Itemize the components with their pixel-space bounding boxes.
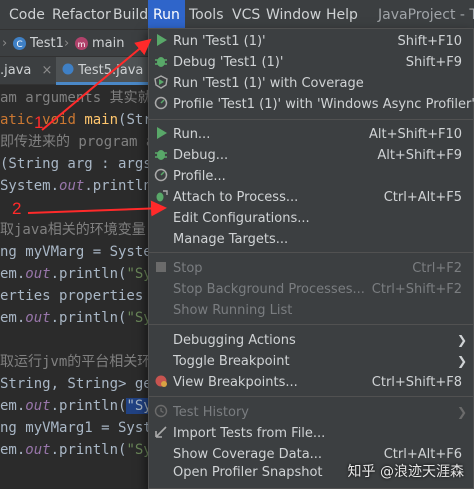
code-line: em.out.println("Sys — [0, 442, 161, 458]
code-line: am arguments 其实就是 — [0, 90, 166, 106]
watermark: 知乎 @浪迹天涯森 — [347, 464, 464, 480]
menu-item-view-breakpoints[interactable]: View Breakpoints... Ctrl+Shift+F8 — [149, 372, 473, 393]
menu-bar: Code Refactor Build Run Tools VCS Window… — [0, 0, 474, 30]
code-line: System.out.println( — [0, 178, 161, 194]
chevron-right-icon: ❯ — [456, 405, 467, 419]
menu-item-run-test1[interactable]: Run 'Test1 (1)' Shift+F10 — [149, 31, 473, 52]
stop-icon — [153, 260, 169, 276]
menu-item-stop-background[interactable]: Stop Background Processes... Ctrl+Shift+F… — [149, 279, 473, 300]
menu-item-test-history[interactable]: Test History ❯ — [149, 402, 473, 423]
menu-help[interactable]: Help — [326, 0, 358, 30]
code-line: ng myVMarg1 = Syste — [0, 420, 161, 436]
chevron-right-icon: › — [64, 36, 70, 51]
tab-file[interactable]: .java × — [0, 57, 58, 85]
profiler-icon — [153, 168, 169, 184]
menu-item-attach-process[interactable]: Attach to Process... Ctrl+Alt+F5 — [149, 187, 473, 208]
menu-window[interactable]: Window — [266, 0, 321, 30]
tab-label: Test5.java — [78, 63, 144, 78]
code-line: (String arg : args) — [0, 156, 161, 172]
chevron-right-icon: › — [2, 36, 8, 51]
history-icon — [153, 404, 169, 420]
code-line: em.out.println("Sys — [0, 398, 161, 414]
menu-separator — [149, 252, 473, 253]
debug-icon — [153, 147, 169, 163]
class-icon — [62, 63, 74, 75]
code-line: String, String> get — [0, 376, 161, 392]
menu-item-run-coverage[interactable]: Run 'Test1 (1)' with Coverage — [149, 73, 473, 94]
menu-item-debugging-actions[interactable]: Debugging Actions ❯ — [149, 330, 473, 351]
code-line: erties properties = — [0, 288, 161, 304]
menu-separator — [149, 119, 473, 120]
code-line: em.out.println("Sys — [0, 310, 161, 326]
code-line: em.out.println("Sy — [0, 266, 152, 282]
menu-item-edit-configurations[interactable]: Edit Configurations... — [149, 208, 473, 229]
svg-text:C: C — [16, 40, 22, 50]
menu-run[interactable]: Run — [148, 0, 185, 30]
menu-item-run-dialog[interactable]: Run... Alt+Shift+F10 — [149, 124, 473, 145]
run-menu-dropdown: Run 'Test1 (1)' Shift+F10 Debug 'Test1 (1… — [148, 28, 474, 489]
code-line: 取运行jvm的平台相关环境 — [0, 354, 166, 370]
menu-code[interactable]: Code — [9, 0, 45, 30]
coverage-icon — [153, 75, 169, 91]
chevron-right-icon: ❯ — [456, 354, 467, 368]
menu-item-profile-dialog[interactable]: Profile... — [149, 166, 473, 187]
code-line: 取java相关的环境变量 — [0, 222, 146, 238]
menu-item-show-running-list[interactable]: Show Running List — [149, 300, 473, 321]
import-icon — [153, 425, 169, 441]
code-line: atic void main(Str — [0, 112, 152, 128]
project-title: JavaProject - Test — [378, 7, 474, 23]
breadcrumb-file[interactable]: Test1 — [30, 30, 64, 57]
run-icon — [153, 126, 169, 142]
run-icon — [153, 33, 169, 49]
menu-separator — [149, 396, 473, 397]
code-line: 即传进来的 program ar — [0, 134, 163, 150]
menu-item-import-tests[interactable]: Import Tests from File... — [149, 423, 473, 444]
attach-icon — [153, 189, 169, 205]
close-icon[interactable]: × — [42, 63, 53, 78]
annotation-label-1: 1 — [34, 113, 44, 132]
menu-item-profile-test1[interactable]: Profile 'Test1 (1)' with 'Windows Async … — [149, 94, 474, 115]
menu-item-manage-targets[interactable]: Manage Targets... — [149, 229, 473, 250]
menu-refactor[interactable]: Refactor — [52, 0, 111, 30]
menu-build[interactable]: Build — [113, 0, 148, 30]
menu-separator — [149, 324, 473, 325]
chevron-right-icon: ❯ — [456, 333, 467, 347]
annotation-label-2: 2 — [12, 199, 22, 218]
tab-label: .java — [0, 63, 32, 78]
method-icon: m — [74, 30, 89, 57]
breakpoints-icon — [153, 374, 169, 390]
menu-tools[interactable]: Tools — [189, 0, 224, 30]
menu-item-debug-dialog[interactable]: Debug... Alt+Shift+F9 — [149, 145, 473, 166]
svg-text:m: m — [78, 40, 86, 49]
breadcrumb-method[interactable]: main — [92, 30, 124, 57]
debug-icon — [153, 54, 169, 70]
menu-item-debug-test1[interactable]: Debug 'Test1 (1)' Shift+F9 — [149, 52, 473, 73]
menu-item-toggle-breakpoint[interactable]: Toggle Breakpoint ❯ — [149, 351, 473, 372]
class-icon: C — [12, 30, 27, 57]
menu-vcs[interactable]: VCS — [232, 0, 260, 30]
profiler-icon — [153, 96, 169, 112]
menu-item-stop[interactable]: Stop Ctrl+F2 — [149, 258, 473, 279]
code-line: ng myVMarg = System — [0, 244, 161, 260]
